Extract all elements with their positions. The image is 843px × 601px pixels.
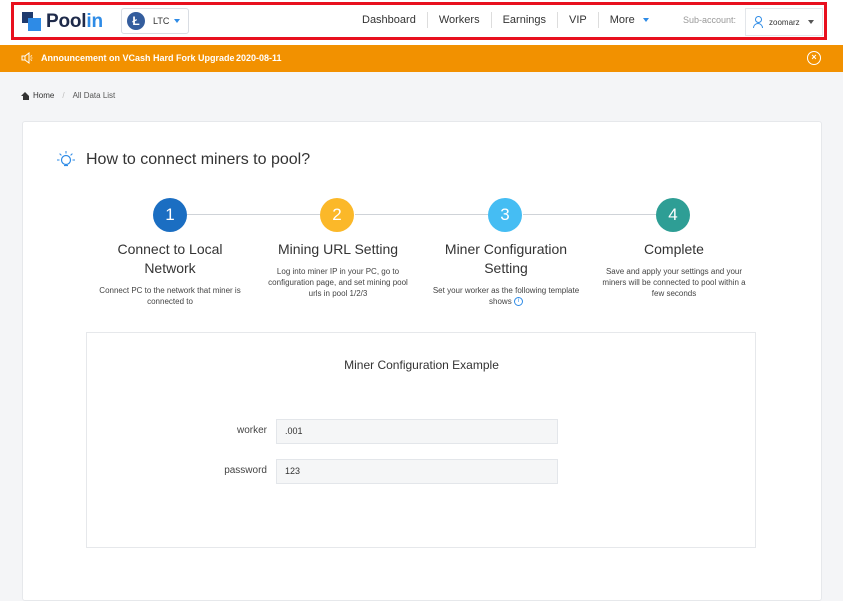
step-connector bbox=[355, 214, 488, 215]
step-connector bbox=[187, 214, 320, 215]
step-desc-1: Connect PC to the network that miner is … bbox=[99, 286, 241, 306]
chevron-down-icon bbox=[174, 19, 181, 23]
worker-field[interactable]: .001 bbox=[276, 419, 558, 444]
close-icon[interactable]: × bbox=[807, 51, 821, 65]
home-icon bbox=[21, 91, 30, 100]
step-title-3: Miner Configuration Setting bbox=[444, 241, 568, 276]
step-number-4: 4 bbox=[656, 198, 690, 232]
account-name: zoomarz bbox=[769, 17, 800, 27]
coin-label: LTC bbox=[153, 16, 170, 26]
logo-text: Poolin bbox=[46, 11, 103, 32]
breadcrumb-separator: / bbox=[62, 91, 65, 100]
announcement-link[interactable]: Announcement on VCash Hard Fork Upgrade bbox=[41, 53, 235, 63]
step-connector bbox=[523, 214, 656, 215]
coin-selector[interactable]: Ł LTC bbox=[121, 8, 189, 34]
password-field[interactable]: 123 bbox=[276, 459, 558, 484]
nav-earnings[interactable]: Earnings bbox=[492, 12, 558, 28]
nav-vip[interactable]: VIP bbox=[558, 12, 599, 28]
breadcrumb-home[interactable]: Home bbox=[33, 91, 54, 100]
step-number-2: 2 bbox=[320, 198, 354, 232]
info-icon[interactable]: i bbox=[513, 297, 523, 307]
sub-account-label: Sub-account: bbox=[683, 15, 737, 25]
poolin-logo[interactable]: Poolin bbox=[22, 11, 103, 33]
breadcrumb: Home / All Data List bbox=[21, 91, 115, 100]
litecoin-icon: Ł bbox=[127, 12, 145, 30]
nav-workers[interactable]: Workers bbox=[428, 12, 492, 28]
card-title: How to connect miners to pool? bbox=[86, 151, 311, 168]
sub-account-selector[interactable]: zoomarz bbox=[745, 8, 823, 36]
step-number-1: 1 bbox=[153, 198, 187, 232]
main-nav: Dashboard Workers Earnings VIP More bbox=[351, 0, 660, 40]
step-title-2: Mining URL Setting bbox=[277, 241, 399, 257]
step-desc-3: Set your worker as the following templat… bbox=[431, 285, 581, 307]
lightbulb-icon bbox=[57, 151, 75, 167]
password-label: password bbox=[224, 465, 267, 476]
step-number-3: 3 bbox=[488, 198, 522, 232]
nav-more[interactable]: More bbox=[599, 12, 660, 28]
step-desc-2: Log into miner IP in your PC, go to conf… bbox=[268, 267, 408, 298]
user-icon bbox=[753, 16, 763, 28]
announcement-bar: Announcement on VCash Hard Fork Upgrade … bbox=[0, 45, 843, 72]
example-title: Miner Configuration Example bbox=[344, 358, 499, 372]
nav-more-label: More bbox=[609, 14, 635, 26]
announcement-date: 2020-08-11 bbox=[236, 53, 282, 63]
step-desc-3-text: Set your worker as the following templat… bbox=[432, 286, 580, 306]
speaker-icon bbox=[21, 52, 33, 64]
chevron-down-icon bbox=[807, 20, 814, 24]
worker-label: worker bbox=[236, 425, 267, 436]
step-title-1: Connect to Local Network bbox=[117, 241, 223, 276]
step-desc-4: Save and apply your settings and your mi… bbox=[602, 267, 746, 298]
step-title-4: Complete bbox=[644, 241, 704, 257]
top-header: Poolin Ł LTC Dashboard Workers Earnings … bbox=[0, 0, 843, 45]
breadcrumb-current: All Data List bbox=[72, 91, 116, 100]
nav-dashboard[interactable]: Dashboard bbox=[351, 12, 428, 28]
logo-mark-icon bbox=[22, 12, 42, 32]
chevron-down-icon bbox=[642, 18, 649, 23]
